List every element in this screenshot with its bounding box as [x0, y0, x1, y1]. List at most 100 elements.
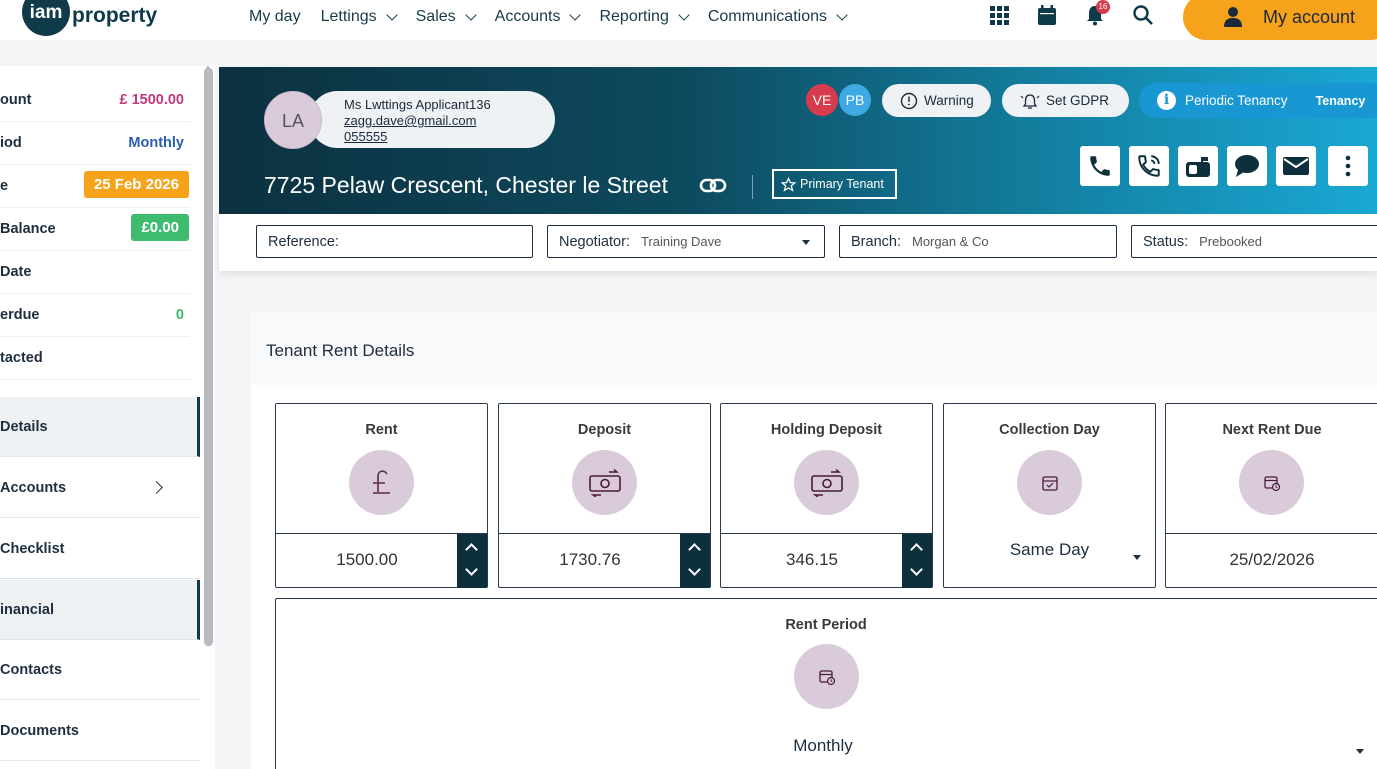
- nav-my-day[interactable]: My day: [249, 8, 301, 26]
- calendar-clock-icon: [1239, 450, 1304, 515]
- holding-deposit-title: Holding Deposit: [770, 422, 883, 438]
- nav-reporting[interactable]: Reporting: [599, 8, 690, 26]
- sidebar-item-label: Checklist: [0, 541, 65, 557]
- chevron-right-icon: [150, 481, 163, 494]
- primary-tenant-button[interactable]: Primary Tenant: [772, 169, 897, 199]
- rent-input[interactable]: 1500.00: [276, 533, 487, 588]
- chevron-down-icon: [678, 9, 690, 21]
- top-navigation: iam property My day Lettings Sales Accou…: [0, 0, 1377, 40]
- calendar-icon[interactable]: [1036, 4, 1058, 26]
- summary-label: Date: [0, 264, 32, 280]
- tenancy-tab-label: Tenancy: [1315, 93, 1366, 108]
- decrement-icon[interactable]: [910, 563, 923, 576]
- sidebar-item-checklist[interactable]: Checklist: [0, 519, 200, 579]
- calendar-check-icon: [1017, 450, 1082, 515]
- reference-field[interactable]: Reference:: [256, 225, 533, 258]
- more-options-button[interactable]: [1328, 146, 1368, 186]
- call-button[interactable]: [1080, 146, 1120, 186]
- deposit-stepper[interactable]: [680, 534, 710, 588]
- next-rent-due-value: 25/02/2026: [1229, 550, 1315, 569]
- logo-mark: iam: [22, 0, 70, 36]
- sidebar-scrollbar[interactable]: [204, 68, 213, 646]
- deposit-input[interactable]: 1730.76: [499, 533, 710, 588]
- collection-day-select[interactable]: Same Day: [944, 540, 1155, 560]
- my-account-label: My account: [1263, 6, 1356, 27]
- rent-stepper[interactable]: [457, 534, 487, 588]
- search-icon[interactable]: [1132, 4, 1154, 26]
- sidebar-item-contacts[interactable]: Contacts: [0, 640, 200, 700]
- mailbox-button[interactable]: [1178, 146, 1218, 186]
- alarm-bell-icon: [1020, 93, 1040, 109]
- section-title: Tenant Rent Details: [266, 341, 415, 360]
- apps-grid-icon[interactable]: [988, 4, 1010, 26]
- holding-deposit-stepper[interactable]: [902, 534, 932, 588]
- email-button[interactable]: [1276, 146, 1316, 186]
- sidebar-item-accounts[interactable]: Accounts: [0, 458, 200, 518]
- brand-logo[interactable]: iam property: [0, 0, 193, 40]
- rent-period-card: Rent Period Monthly: [275, 598, 1377, 769]
- decrement-icon[interactable]: [688, 563, 701, 576]
- my-account-button[interactable]: My account: [1183, 0, 1377, 40]
- logo-wordmark: property: [72, 4, 158, 27]
- contact-email-link[interactable]: zagg.dave@gmail.com: [344, 113, 555, 129]
- rent-period-select[interactable]: Monthly: [276, 736, 1370, 756]
- negotiator-select[interactable]: Negotiator: Training Dave: [547, 225, 825, 258]
- chat-button[interactable]: [1227, 146, 1267, 186]
- nav-my-day-label: My day: [249, 8, 301, 25]
- branch-label: Branch:: [851, 233, 901, 250]
- main-menu: My day Lettings Sales Accounts Reporting…: [249, 0, 866, 34]
- tenancy-type-label: Periodic Tenancy: [1185, 93, 1288, 108]
- tenancy-filter-bar: Reference: Negotiator: Training Dave Bra…: [219, 214, 1377, 271]
- status-field[interactable]: Status: Prebooked: [1131, 225, 1377, 258]
- increment-icon[interactable]: [688, 543, 701, 556]
- user-initials-avatar[interactable]: VE: [806, 84, 838, 116]
- chat-bubble-icon: [1235, 155, 1259, 177]
- next-rent-due-input[interactable]: 25/02/2026: [1166, 533, 1377, 588]
- summary-label: ount: [0, 92, 32, 108]
- contact-card: Ms Lwttings Applicant136 zagg.dave@gmail…: [309, 91, 555, 148]
- summary-row-date: e 25 Feb 2026: [0, 165, 190, 208]
- primary-tenant-label: Primary Tenant: [800, 177, 884, 191]
- contact-phone-link[interactable]: 055555: [344, 129, 555, 145]
- status-value: Prebooked: [1199, 234, 1263, 249]
- nav-accounts[interactable]: Accounts: [495, 8, 582, 26]
- summary-label: iod: [0, 135, 22, 151]
- set-gdpr-button[interactable]: Set GDPR: [1002, 84, 1129, 117]
- collection-day-title: Collection Day: [999, 422, 1100, 438]
- bell-icon[interactable]: 16: [1084, 0, 1110, 26]
- nav-lettings[interactable]: Lettings: [321, 8, 398, 26]
- summary-value: £ 1500.00: [119, 92, 184, 108]
- increment-icon[interactable]: [910, 543, 923, 556]
- sidebar-item-financial[interactable]: inancial: [0, 580, 200, 640]
- link-icon[interactable]: [699, 177, 727, 200]
- sidebar: ount £ 1500.00 iod Monthly e 25 Feb 2026 Ba…: [0, 66, 215, 769]
- user-initials-avatar[interactable]: PB: [839, 84, 871, 116]
- nav-communications[interactable]: Communications: [708, 8, 848, 26]
- calendar-clock-icon: [794, 644, 859, 709]
- property-address: 7725 Pelaw Crescent, Chester le Street: [264, 172, 668, 198]
- envelope-icon: [1283, 157, 1309, 175]
- branch-value: Morgan & Co: [911, 234, 989, 249]
- nav-sales[interactable]: Sales: [416, 8, 477, 26]
- summary-value: Monthly: [128, 135, 184, 151]
- sidebar-item-documents[interactable]: Documents: [0, 701, 200, 761]
- call-log-button[interactable]: [1129, 146, 1169, 186]
- sidebar-item-label: Details: [0, 419, 48, 435]
- increment-icon[interactable]: [465, 543, 478, 556]
- negotiator-value: Training Dave: [640, 234, 722, 249]
- tenancy-type-button[interactable]: i Periodic Tenancy Tenancy: [1139, 83, 1377, 118]
- warning-button[interactable]: Warning: [882, 84, 991, 117]
- holding-deposit-input[interactable]: 346.15: [721, 533, 932, 588]
- branch-field[interactable]: Branch: Morgan & Co: [839, 225, 1117, 258]
- money-exchange-icon: [794, 450, 859, 515]
- chevron-down-icon: [464, 9, 477, 21]
- decrement-icon[interactable]: [465, 563, 478, 576]
- sidebar-item-details[interactable]: Details: [0, 397, 200, 457]
- star-icon: [781, 176, 796, 192]
- chevron-down-icon: [385, 9, 398, 21]
- summary-row-period: iod Monthly: [0, 122, 190, 165]
- summary-row-amount: ount £ 1500.00: [0, 79, 190, 122]
- status-label: Status:: [1143, 233, 1189, 250]
- header-divider: [752, 175, 753, 199]
- avatar: LA: [264, 91, 322, 149]
